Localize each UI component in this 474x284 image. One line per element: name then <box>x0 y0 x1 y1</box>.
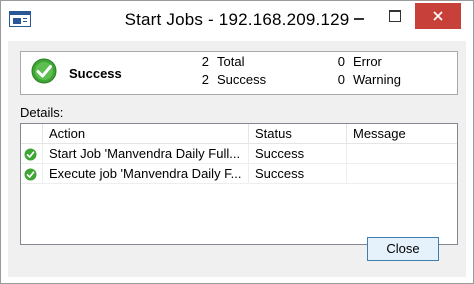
table-row[interactable]: Start Job 'Manvendra Daily Full... Succe… <box>21 144 457 164</box>
maximize-button[interactable] <box>379 1 411 31</box>
error-stat: 0 Error <box>333 54 382 69</box>
total-stat: 2 Total <box>197 54 245 69</box>
minimize-button[interactable] <box>343 1 375 31</box>
warning-stat: 0 Warning <box>333 72 401 87</box>
table-row[interactable]: Execute job 'Manvendra Daily F... Succes… <box>21 164 457 184</box>
total-count: 2 <box>201 54 209 69</box>
check-circle-icon <box>31 58 57 89</box>
start-jobs-dialog: Start Jobs - 192.168.209.129 Success 2 To… <box>0 0 474 284</box>
column-header-status[interactable]: Status <box>249 124 347 143</box>
error-label: Error <box>353 54 382 69</box>
success-stat: 2 Success <box>197 72 266 87</box>
row-status: Success <box>249 164 347 184</box>
maximize-icon <box>389 10 401 22</box>
summary-status: Success <box>69 66 122 81</box>
check-circle-icon <box>24 168 37 181</box>
row-message <box>347 164 457 184</box>
column-header-action[interactable]: Action <box>43 124 249 143</box>
error-count: 0 <box>337 54 345 69</box>
success-label: Success <box>217 72 267 87</box>
title-bar[interactable]: Start Jobs - 192.168.209.129 <box>1 1 473 41</box>
column-header-message[interactable]: Message <box>347 124 457 143</box>
row-action: Execute job 'Manvendra Daily F... <box>43 164 249 184</box>
check-circle-icon <box>24 148 37 161</box>
row-action: Start Job 'Manvendra Daily Full... <box>43 144 249 164</box>
total-label: Total <box>217 54 245 69</box>
row-message <box>347 144 457 164</box>
row-icon-cell <box>21 144 43 164</box>
list-header: Action Status Message <box>21 124 457 144</box>
warning-label: Warning <box>353 72 401 87</box>
summary-panel: Success 2 Total 2 Success 0 Error 0 Warning <box>20 51 458 95</box>
minimize-icon <box>354 18 364 20</box>
success-count: 2 <box>201 72 209 87</box>
row-status: Success <box>249 144 347 164</box>
dialog-body: Success 2 Total 2 Success 0 Error 0 Warning … <box>8 41 466 277</box>
icon-column-header[interactable] <box>21 124 43 143</box>
details-list[interactable]: Action Status Message Start Job 'Manvend… <box>20 123 458 245</box>
row-icon-cell <box>21 164 43 184</box>
close-window-button[interactable] <box>415 3 461 29</box>
warning-count: 0 <box>337 72 345 87</box>
close-icon <box>433 11 443 21</box>
close-button[interactable]: Close <box>367 237 439 261</box>
details-label: Details: <box>20 105 64 120</box>
